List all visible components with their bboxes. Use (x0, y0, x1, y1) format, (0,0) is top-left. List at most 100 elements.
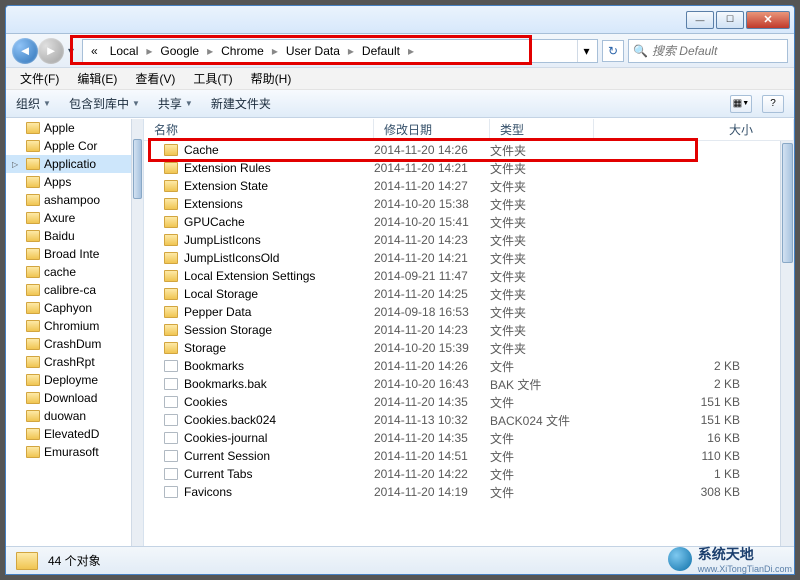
col-size[interactable]: 大小 (594, 119, 794, 140)
search-input[interactable] (652, 44, 783, 58)
tree-item[interactable]: Emurasoft (6, 443, 131, 461)
list-row[interactable]: Extensions2014-10-20 15:38文件夹 (144, 195, 780, 213)
tree-item[interactable]: Axure (6, 209, 131, 227)
search-box[interactable]: 🔍 (628, 39, 788, 63)
file-name: Pepper Data (184, 305, 251, 319)
forward-button[interactable]: ► (38, 38, 64, 64)
menu-item[interactable]: 工具(T) (185, 68, 240, 89)
list-row[interactable]: Cookies2014-11-20 14:35文件151 KB (144, 393, 780, 411)
list-scrollbar[interactable] (780, 141, 794, 546)
crumb[interactable]: Chrome (215, 42, 270, 60)
list-row[interactable]: Bookmarks2014-11-20 14:26文件2 KB (144, 357, 780, 375)
help-button[interactable]: ? (762, 95, 784, 113)
list-row[interactable]: Favicons2014-11-20 14:19文件308 KB (144, 483, 780, 501)
nav-history-drop[interactable]: ▾ (64, 39, 78, 63)
new-folder-button[interactable]: 新建文件夹 (211, 95, 271, 112)
list-row[interactable]: Current Session2014-11-20 14:51文件110 KB (144, 447, 780, 465)
tree-item[interactable]: duowan (6, 407, 131, 425)
tree-item[interactable]: ▷Applicatio (6, 155, 131, 173)
list-row[interactable]: Extension Rules2014-11-20 14:21文件夹 (144, 159, 780, 177)
close-button[interactable]: ✕ (746, 11, 790, 29)
nav-buttons: ◄ ► ▾ (12, 38, 78, 64)
file-date: 2014-11-20 14:51 (374, 449, 490, 463)
list-row[interactable]: Cache2014-11-20 14:26文件夹 (144, 141, 780, 159)
address-dropdown[interactable]: ▾ (577, 40, 595, 62)
tree-item[interactable]: Chromium (6, 317, 131, 335)
col-date[interactable]: 修改日期 (374, 119, 490, 140)
menu-item[interactable]: 帮助(H) (243, 68, 300, 89)
tree-item[interactable]: cache (6, 263, 131, 281)
tree-item[interactable]: Download (6, 389, 131, 407)
organize-button[interactable]: 组织▼ (16, 95, 51, 112)
tree-item[interactable]: CrashDum (6, 335, 131, 353)
crumb[interactable]: Default (356, 42, 406, 60)
tree-label: Caphyon (44, 301, 92, 315)
file-size: 2 KB (594, 377, 780, 391)
crumb-leader[interactable]: « (85, 42, 104, 60)
include-library-button[interactable]: 包含到库中▼ (69, 95, 140, 112)
file-type: 文件 (490, 448, 594, 465)
file-date: 2014-11-13 10:32 (374, 413, 490, 427)
file-size: 2 KB (594, 359, 780, 373)
view-mode-button[interactable]: ▦▼ (730, 95, 752, 113)
minimize-button[interactable]: — (686, 11, 714, 29)
file-name: Session Storage (184, 323, 272, 337)
tree-scroll-thumb[interactable] (133, 139, 142, 199)
list-scroll-thumb[interactable] (782, 143, 793, 263)
share-button[interactable]: 共享▼ (158, 95, 193, 112)
file-name: Local Extension Settings (184, 269, 315, 283)
search-icon: 🔍 (633, 44, 648, 58)
list-row[interactable]: Cookies.back0242014-11-13 10:32BACK024 文… (144, 411, 780, 429)
tree-scrollbar[interactable] (131, 119, 143, 546)
file-date: 2014-11-20 14:35 (374, 431, 490, 445)
folder-icon (26, 122, 40, 134)
crumb[interactable]: Google (154, 42, 205, 60)
tree-item[interactable]: ashampoo (6, 191, 131, 209)
list-row[interactable]: Bookmarks.bak2014-10-20 16:43BAK 文件2 KB (144, 375, 780, 393)
crumb[interactable]: User Data (280, 42, 346, 60)
tree-item[interactable]: Caphyon (6, 299, 131, 317)
menu-item[interactable]: 编辑(E) (69, 68, 125, 89)
folder-icon (164, 270, 178, 282)
explorer-window: — ☐ ✕ ◄ ► ▾ «Local▸Google▸Chrome▸User Da… (5, 5, 795, 575)
file-name: JumpListIconsOld (184, 251, 279, 265)
file-type: 文件夹 (490, 196, 594, 213)
list-row[interactable]: Local Storage2014-11-20 14:25文件夹 (144, 285, 780, 303)
list-row[interactable]: Current Tabs2014-11-20 14:22文件1 KB (144, 465, 780, 483)
file-date: 2014-11-20 14:27 (374, 179, 490, 193)
folder-icon (164, 306, 178, 318)
tree-item[interactable]: Apple Cor (6, 137, 131, 155)
tree-item[interactable]: ElevatedD (6, 425, 131, 443)
list-row[interactable]: Local Extension Settings2014-09-21 11:47… (144, 267, 780, 285)
list-row[interactable]: Cookies-journal2014-11-20 14:35文件16 KB (144, 429, 780, 447)
tree-item[interactable]: Deployme (6, 371, 131, 389)
address-bar[interactable]: «Local▸Google▸Chrome▸User Data▸Default▸ … (82, 39, 598, 63)
tree-item[interactable]: Baidu (6, 227, 131, 245)
col-name[interactable]: 名称 (144, 119, 374, 140)
list-row[interactable]: JumpListIcons2014-11-20 14:23文件夹 (144, 231, 780, 249)
tree-item[interactable]: calibre-ca (6, 281, 131, 299)
tree-item[interactable]: Apple (6, 119, 131, 137)
list-row[interactable]: Extension State2014-11-20 14:27文件夹 (144, 177, 780, 195)
list-row[interactable]: Pepper Data2014-09-18 16:53文件夹 (144, 303, 780, 321)
file-size: 16 KB (594, 431, 780, 445)
list-row[interactable]: JumpListIconsOld2014-11-20 14:21文件夹 (144, 249, 780, 267)
tree-item[interactable]: Apps (6, 173, 131, 191)
tree-label: Axure (44, 211, 75, 225)
file-name: Cache (184, 143, 219, 157)
col-type[interactable]: 类型 (490, 119, 594, 140)
tree-item[interactable]: CrashRpt (6, 353, 131, 371)
list-row[interactable]: Storage2014-10-20 15:39文件夹 (144, 339, 780, 357)
menu-item[interactable]: 文件(F) (12, 68, 67, 89)
file-size: 1 KB (594, 467, 780, 481)
tree-item[interactable]: Broad Inte (6, 245, 131, 263)
list-row[interactable]: Session Storage2014-11-20 14:23文件夹 (144, 321, 780, 339)
back-button[interactable]: ◄ (12, 38, 38, 64)
list-row[interactable]: GPUCache2014-10-20 15:41文件夹 (144, 213, 780, 231)
menu-item[interactable]: 查看(V) (127, 68, 183, 89)
expand-icon[interactable]: ▷ (12, 160, 18, 169)
maximize-button[interactable]: ☐ (716, 11, 744, 29)
refresh-button[interactable]: ↻ (602, 40, 624, 62)
crumb[interactable]: Local (104, 42, 145, 60)
tree-label: Deployme (44, 373, 98, 387)
